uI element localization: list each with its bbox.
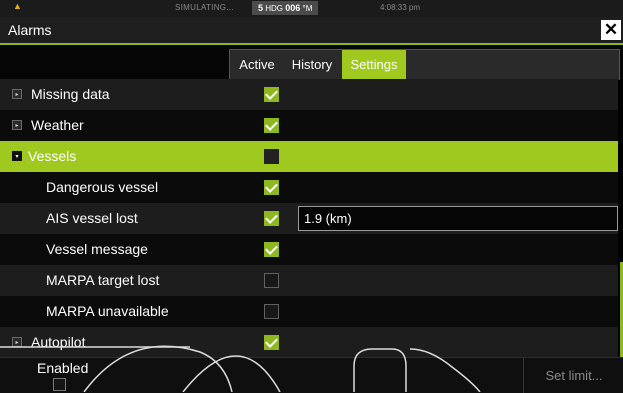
enabled-toggle-checkbox[interactable]	[53, 378, 66, 391]
alarm-row-dangerous-vessel[interactable]: Dangerous vessel	[0, 172, 618, 203]
enabled-checkbox[interactable]	[264, 149, 279, 164]
alarm-label: Autopilot	[31, 334, 86, 350]
warning-icon[interactable]: ▲	[13, 1, 22, 11]
enabled-checkbox[interactable]	[264, 87, 279, 102]
heading-value: 5	[258, 3, 264, 13]
expand-icon[interactable]: ▸	[12, 337, 22, 347]
expand-icon[interactable]: ▸	[12, 120, 22, 130]
title-bar: Alarms ✕	[0, 17, 623, 45]
status-bar: ▲ SIMULATING... 5 HDG 006 °M 4:08:33 pm	[0, 0, 623, 17]
bottom-bar: Enabled Set limit...	[0, 357, 623, 393]
alarm-row-marpa-unavailable[interactable]: MARPA unavailable	[0, 296, 618, 327]
alarm-label: MARPA unavailable	[46, 303, 169, 319]
heading-number: 006	[285, 3, 301, 13]
heading-unit: °M	[302, 4, 313, 13]
close-icon: ✕	[603, 20, 619, 39]
enabled-checkbox[interactable]	[264, 180, 279, 195]
enabled-checkbox[interactable]	[264, 242, 279, 257]
clock-time: 4:08:33 pm	[380, 3, 421, 12]
alarm-label: Vessel message	[46, 241, 148, 257]
enabled-checkbox[interactable]	[264, 304, 279, 319]
alarm-row-vessel-message[interactable]: Vessel message	[0, 234, 618, 265]
heading-label: HDG	[265, 4, 284, 13]
tab-active[interactable]: Active	[230, 50, 284, 80]
alarm-label: AIS vessel lost	[46, 210, 138, 226]
alarm-row-marpa-target-lost[interactable]: MARPA target lost	[0, 265, 618, 296]
alarm-label: MARPA target lost	[46, 272, 160, 288]
alarm-row-weather[interactable]: ▸ Weather	[0, 110, 618, 141]
alarm-row-missing-data[interactable]: ▸ Missing data	[0, 79, 618, 110]
close-button[interactable]: ✕	[601, 20, 621, 40]
enabled-checkbox[interactable]	[264, 335, 279, 350]
enabled-checkbox[interactable]	[264, 273, 279, 288]
simulating-text: SIMULATING...	[175, 3, 234, 12]
tab-history[interactable]: History	[284, 50, 340, 80]
alarm-label: Dangerous vessel	[46, 179, 159, 195]
tab-bar: Active History Settings	[229, 49, 620, 80]
alarm-row-ais-vessel-lost[interactable]: AIS vessel lost 1.9 (km)	[0, 203, 618, 234]
alarm-label: Missing data	[31, 86, 110, 102]
heading-readout: 5 HDG 006 °M	[252, 1, 319, 15]
enabled-checkbox[interactable]	[264, 118, 279, 133]
tab-bar-area: Active History Settings	[0, 45, 623, 80]
alarm-row-autopilot[interactable]: ▸ Autopilot	[0, 327, 618, 358]
alarm-label: Weather	[31, 117, 84, 133]
tab-settings[interactable]: Settings	[342, 50, 406, 80]
set-limit-button[interactable]: Set limit...	[523, 358, 623, 393]
limit-field[interactable]: 1.9 (km)	[298, 206, 618, 231]
expand-icon[interactable]: ▸	[12, 89, 22, 99]
window-title: Alarms	[8, 22, 52, 38]
alarm-label: Vessels	[28, 148, 77, 164]
alarm-list: ▸ Missing data ▸ Weather ▾ Vessels Dange…	[0, 79, 618, 358]
alarm-row-vessels[interactable]: ▾ Vessels	[0, 141, 618, 172]
collapse-icon[interactable]: ▾	[12, 151, 22, 161]
enabled-label: Enabled	[37, 360, 89, 376]
enabled-checkbox[interactable]	[264, 211, 279, 226]
